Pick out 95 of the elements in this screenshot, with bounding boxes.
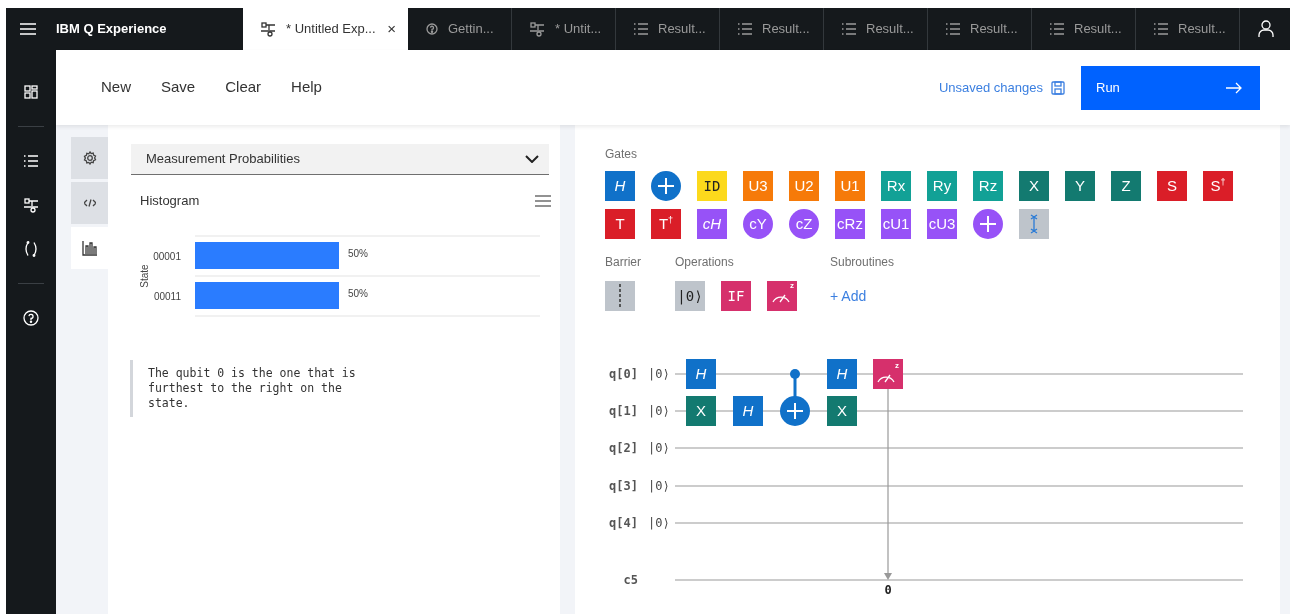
qubit-label: q[1] (609, 404, 638, 418)
gate[interactable]: X (686, 396, 716, 426)
initial-state: |0⟩ (648, 441, 670, 455)
circuit-icon[interactable] (23, 197, 39, 213)
dashboard-icon[interactable] (24, 85, 38, 99)
barrier-gate[interactable] (605, 281, 635, 311)
gate-tile[interactable]: U3 (743, 171, 773, 201)
initial-state: |0⟩ (648, 367, 670, 381)
register-label: c5 (623, 573, 638, 587)
gate[interactable]: X (827, 396, 857, 426)
list-icon (842, 23, 856, 35)
gate-tile[interactable]: X (1019, 171, 1049, 201)
close-icon[interactable]: × (387, 17, 396, 41)
qubit-label: q[3] (609, 479, 638, 493)
gate-tile[interactable]: T (605, 209, 635, 239)
side-tab[interactable] (71, 227, 108, 269)
plus-gate[interactable] (973, 209, 1003, 239)
cnot-gate[interactable] (780, 369, 810, 426)
gate[interactable]: H (686, 359, 716, 389)
run-button[interactable]: Run (1081, 65, 1260, 110)
menu-item[interactable]: New (101, 76, 131, 99)
plus-icon (657, 177, 675, 195)
measure-gate[interactable]: z (767, 281, 797, 311)
gate-tile[interactable]: cY (743, 209, 773, 239)
qubit-label: q[2] (609, 441, 638, 455)
save-icon[interactable] (1051, 80, 1065, 95)
gate-tile[interactable]: S (1157, 171, 1187, 201)
category-label: 00011 (153, 290, 181, 302)
gate-tile[interactable]: Ry (927, 171, 957, 201)
plus-gate[interactable] (651, 171, 681, 201)
section-label: Operations (675, 254, 735, 271)
bracket-icon[interactable] (24, 241, 38, 257)
user-icon[interactable] (1258, 20, 1274, 38)
note-text: The qubit 0 is the one that is furthest to the right on the state. (148, 365, 357, 411)
section-label: Barrier (605, 254, 642, 271)
initial-state: |0⟩ (648, 404, 670, 418)
code-icon[interactable] (83, 199, 96, 207)
chevron-down-icon[interactable] (525, 155, 539, 163)
bar-chart-icon[interactable] (81, 240, 98, 256)
value-label: 50% (348, 247, 368, 259)
side-tab[interactable] (71, 137, 108, 179)
gate-tile[interactable]: Z (1111, 171, 1141, 201)
gate[interactable]: H (827, 359, 857, 389)
gate-tile[interactable]: T$^{†}$ (651, 209, 681, 239)
qubit-label: q[0] (609, 367, 638, 381)
circuit-icon (261, 21, 276, 37)
menu-item[interactable]: Clear (225, 76, 262, 99)
list-icon (634, 23, 648, 35)
gate-tile[interactable]: |0⟩ (675, 281, 705, 311)
settings-icon[interactable] (82, 151, 97, 165)
help-icon (426, 23, 438, 35)
value-label: 50% (348, 287, 368, 299)
list-icon (738, 23, 752, 35)
gate-tile[interactable]: H (605, 171, 635, 201)
gate-tile[interactable]: Rz (973, 171, 1003, 201)
list-icon (1154, 23, 1168, 35)
gate-tile[interactable]: cU1 (881, 209, 911, 239)
gate-tile[interactable]: U1 (835, 171, 865, 201)
menu-item[interactable]: Save (161, 76, 196, 99)
circuit-icon (530, 21, 545, 37)
measure-gate[interactable]: z (873, 359, 903, 389)
tab[interactable]: * Untitled Exp... × (243, 8, 408, 50)
list-icon (946, 23, 960, 35)
bit-label: 0 (884, 583, 892, 597)
dropdown[interactable]: Measurement Probabilities (131, 144, 549, 175)
gate-tile[interactable]: ID (697, 171, 727, 201)
gate-tile[interactable]: cU3 (927, 209, 957, 239)
app-title: IBM Q Experience (56, 20, 167, 39)
dashed-line-icon (618, 284, 622, 308)
chart-title: Histogram (140, 192, 200, 210)
gate-tile[interactable]: IF (721, 281, 751, 311)
gate-tile[interactable]: Rx (881, 171, 911, 201)
gate[interactable]: H (733, 396, 763, 426)
category-label: 00001 (153, 250, 181, 262)
axis-title: State (139, 263, 150, 288)
initial-state: |0⟩ (648, 479, 670, 493)
list-icon (1050, 23, 1064, 35)
initial-state: |0⟩ (648, 516, 670, 530)
section-label: Gates (605, 146, 638, 163)
gate-tile[interactable]: cZ (789, 209, 819, 239)
list-icon[interactable] (24, 155, 38, 167)
add-link[interactable]: + Add (830, 281, 867, 311)
gate-tile[interactable]: S$^{†}$ (1203, 171, 1233, 201)
gate-tile[interactable]: cRz (835, 209, 865, 239)
arrow-icon (1226, 81, 1242, 94)
menu-item[interactable]: Help (291, 76, 322, 99)
status-text: Unsaved changes (938, 78, 1043, 97)
plus-icon (979, 215, 997, 233)
help-icon[interactable] (23, 310, 39, 326)
gate-tile[interactable]: cH (697, 209, 727, 239)
section-label: Subroutines (830, 254, 896, 271)
swap-icon (1028, 212, 1040, 236)
gate-tile[interactable]: Y (1065, 171, 1095, 201)
gate-tile[interactable]: U2 (789, 171, 819, 201)
qubit-label: q[4] (609, 516, 638, 530)
